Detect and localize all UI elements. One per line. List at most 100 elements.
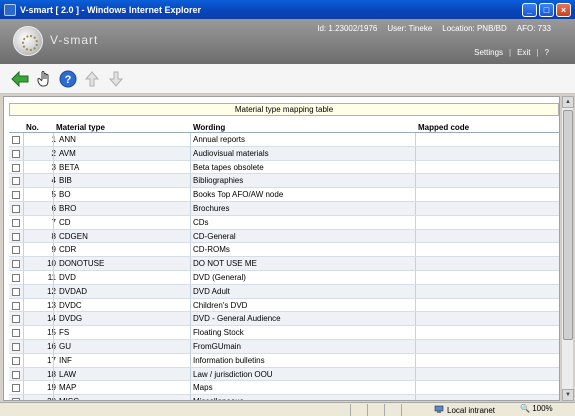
row-material-type: CDR [59, 245, 77, 255]
close-button[interactable]: × [556, 2, 571, 17]
help-icon[interactable]: ? [58, 69, 78, 89]
table-row[interactable]: 11 DVD DVD (General) [9, 270, 559, 285]
row-checkbox[interactable] [12, 356, 20, 365]
row-checkbox[interactable] [12, 260, 20, 269]
table-row[interactable]: 17 INF Information bulletins [9, 353, 559, 368]
table-row[interactable]: 14 DVDG DVD - General Audience [9, 312, 559, 327]
row-checkbox[interactable] [12, 273, 20, 282]
table-row[interactable]: 4BIBBibliographies [9, 174, 559, 189]
row-material-type: MISC [59, 397, 79, 400]
row-material-type: GU [59, 341, 71, 351]
window-titlebar: V-smart [ 2.0 ] - Windows Internet Explo… [0, 0, 575, 19]
row-checkbox[interactable] [12, 287, 20, 296]
exit-link[interactable]: Exit [517, 48, 530, 57]
row-checkbox[interactable] [12, 218, 20, 227]
row-checkbox[interactable] [12, 232, 20, 241]
row-checkbox[interactable] [12, 246, 20, 255]
table-row[interactable]: 16 GU FromGUmain [9, 339, 559, 354]
brand-name: V-smart [50, 33, 99, 47]
row-checkbox[interactable] [12, 398, 20, 400]
row-material-type: ANN [59, 135, 76, 144]
row-checkbox[interactable] [12, 163, 20, 172]
move-down-icon[interactable] [106, 69, 126, 89]
table-row[interactable]: 7CDCDs [9, 215, 559, 230]
row-wording: CDs [193, 217, 209, 227]
vertical-scrollbar[interactable]: ▲ ▼ [561, 96, 574, 401]
session-info: Id: 1.23002/1976 User: Tineke Location: … [317, 24, 551, 33]
settings-link[interactable]: Settings [474, 48, 503, 57]
row-wording: DVD Adult [193, 286, 230, 296]
table-row[interactable]: 6BROBrochures [9, 201, 559, 216]
row-wording: FromGUmain [193, 341, 242, 351]
row-wording: DO NOT USE ME [193, 259, 257, 269]
table-row[interactable]: 15 FS Floating Stock [9, 326, 559, 340]
table-row[interactable]: 2AVMAudiovisual materials [9, 146, 559, 161]
table-row[interactable]: 9CDRCD-ROMs [9, 243, 559, 258]
row-wording: Brochures [193, 203, 230, 213]
row-checkbox[interactable] [12, 370, 20, 379]
help-link[interactable]: ? [545, 48, 549, 57]
table-row[interactable]: 1ANNAnnual reports [9, 133, 559, 147]
row-wording: CD-General [193, 231, 236, 241]
row-material-type: CDGEN [59, 231, 88, 241]
back-arrow-icon[interactable] [10, 69, 30, 89]
row-checkbox[interactable] [12, 177, 20, 186]
row-checkbox[interactable] [12, 136, 20, 144]
col-mapped-code: Mapped code [418, 123, 470, 132]
scroll-down-icon[interactable]: ▼ [562, 389, 574, 401]
session-location: Location: PNB/BD [442, 24, 507, 33]
zoom-icon: 🔍 [520, 404, 530, 413]
hand-select-icon[interactable] [34, 69, 54, 89]
row-checkbox[interactable] [12, 301, 20, 310]
row-material-type: CD [59, 217, 71, 227]
row-wording: Annual reports [193, 135, 246, 144]
row-material-type: DVDAD [59, 286, 88, 296]
row-material-type: BIB [59, 176, 72, 186]
maximize-button[interactable]: □ [539, 2, 554, 17]
row-material-type: FS [59, 328, 70, 338]
row-material-type: DVDC [59, 300, 82, 310]
col-no: No. [26, 123, 39, 132]
move-up-icon[interactable] [82, 69, 102, 89]
row-material-type: BETA [59, 162, 80, 172]
content-panel: Material type mapping table No. Material… [3, 96, 560, 401]
row-checkbox[interactable] [12, 204, 20, 213]
row-wording: CD-ROMs [193, 245, 230, 255]
row-checkbox[interactable] [12, 329, 20, 338]
table-row[interactable]: 5BOBooks Top AFO/AW node [9, 188, 559, 202]
row-material-type: MAP [59, 383, 77, 393]
table-row[interactable]: 8CDGENCD-General [9, 229, 559, 244]
table-row[interactable]: 3BETABeta tapes obsolete [9, 160, 559, 175]
zone-label: Local intranet [447, 405, 496, 415]
row-material-type: DONOTUSE [59, 259, 105, 269]
row-checkbox[interactable] [12, 384, 20, 393]
header-links: Settings | Exit | ? [474, 48, 549, 57]
zoom-control[interactable]: 🔍 100% [520, 404, 553, 413]
table-row[interactable]: 20MISCMiscellaneous [9, 395, 559, 400]
row-material-type: LAW [59, 369, 77, 379]
row-checkbox[interactable] [12, 191, 20, 200]
row-wording: Bibliographies [193, 176, 244, 186]
row-wording: Miscellaneous [193, 397, 244, 400]
row-material-type: BRO [59, 203, 77, 213]
table-row[interactable]: 10 DONOTUSE DO NOT USE ME [9, 257, 559, 271]
zoom-level[interactable]: 100% [532, 404, 552, 413]
col-material-type: Material type [56, 123, 105, 132]
col-wording: Wording [193, 123, 226, 132]
row-material-type: BO [59, 190, 71, 200]
table-row[interactable]: 19 MAP Maps [9, 381, 559, 396]
row-wording: Books Top AFO/AW node [193, 190, 284, 200]
row-checkbox[interactable] [12, 342, 20, 351]
minimize-button[interactable]: _ [522, 2, 537, 17]
scroll-thumb[interactable] [563, 110, 573, 340]
scroll-up-icon[interactable]: ▲ [562, 96, 574, 108]
toolbar: ? [0, 64, 575, 94]
table-row[interactable]: 13 DVDC Children's DVD [9, 298, 559, 313]
table-row[interactable]: 12 DVDAD DVD Adult [9, 284, 559, 299]
window-title: V-smart [ 2.0 ] - Windows Internet Explo… [20, 4, 201, 15]
session-user: User: Tineke [387, 24, 433, 33]
table-row[interactable]: 18 LAW Law / jurisdiction OOU [9, 367, 559, 382]
row-checkbox[interactable] [12, 315, 20, 324]
row-wording: Floating Stock [193, 328, 244, 338]
row-checkbox[interactable] [12, 149, 20, 158]
